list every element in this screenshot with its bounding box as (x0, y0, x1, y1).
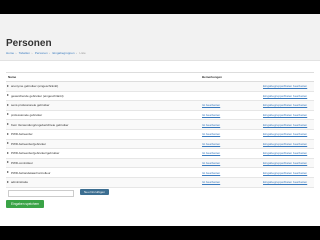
row-edit-link[interactable]: Eingabegruppe/Daten bearbeiten (263, 180, 307, 184)
row-comment-link[interactable]: Ist bearbeiten (202, 180, 220, 184)
row-comment-link[interactable]: Ist bearbeiten (202, 103, 220, 107)
row-comment-link[interactable]: Ist bearbeiten (202, 161, 220, 165)
row-name: professionele gebruiker (11, 113, 43, 118)
expand-arrow-icon[interactable] (7, 94, 9, 97)
column-header-name: Name (8, 75, 17, 79)
table-row: PWD-beheerder Ist bearbeiten Eingabegruppe… (6, 130, 314, 140)
table-header: Name Bemerkungen (6, 72, 314, 82)
row-comment-link[interactable]: Ist bearbeiten (202, 151, 220, 155)
row-name: PWD-beheerder/gebruiker/gebruiker (11, 151, 60, 156)
row-comment-link[interactable]: Ist bearbeiten (202, 132, 220, 136)
roles-table: Name Bemerkungen anonyme gebruiker (eing… (6, 72, 314, 200)
page-header: Personen Home › Tabellen › Personen › Einga… (0, 14, 320, 61)
expand-arrow-icon[interactable] (7, 113, 9, 116)
table-row: PWD-controlleur Ist bearbeiten Eingabegrup… (6, 158, 314, 169)
table-row: semi-professionele gebruiker Ist bearbeit… (6, 101, 314, 111)
breadcrumb-item[interactable]: Home (6, 51, 14, 55)
table-row: PWD-behandelaar/controlleur Ist bearbeite… (6, 168, 314, 178)
table-row: PWD-beheerder/gebruiker/gebruiker Ist bea… (6, 149, 314, 159)
new-entry-input[interactable] (8, 189, 74, 197)
table-row: geweichende gebruiker (eingeschränkt) Ein… (6, 92, 314, 102)
row-edit-link[interactable]: Eingabegruppe/Daten bearbeiten (263, 123, 307, 127)
row-name: PWD-behandelaar/controlleur (11, 170, 51, 175)
row-name: semi-professionele gebruiker (11, 103, 50, 108)
row-comment-link[interactable]: Ist bearbeiten (202, 171, 220, 175)
expand-arrow-icon[interactable] (7, 84, 9, 87)
expand-arrow-icon[interactable] (7, 142, 9, 145)
row-name: PWD-beheerder/gebruiker (11, 141, 47, 146)
row-edit-link[interactable]: Eingabegruppe/Daten bearbeiten (263, 161, 307, 165)
table-row: Kein Verwendung/ungeberichtete gebruiker… (6, 120, 314, 130)
add-row: Neu hinzufügen (6, 188, 314, 200)
column-header-comment: Bemerkungen (202, 75, 223, 79)
breadcrumb-current: Liste (79, 51, 86, 55)
expand-arrow-icon[interactable] (7, 122, 9, 125)
row-edit-link[interactable]: Eingabegruppe/Daten bearbeiten (263, 142, 307, 146)
expand-arrow-icon[interactable] (7, 151, 9, 154)
expand-arrow-icon[interactable] (7, 161, 9, 164)
row-edit-link[interactable]: Eingabegruppe/Daten bearbeiten (263, 103, 307, 107)
row-edit-link[interactable]: Eingabegruppe/Daten bearbeiten (263, 113, 307, 117)
table-row: administratie Ist bearbeiten Eingabegruppe… (6, 177, 314, 188)
breadcrumb: Home › Tabellen › Personen › Eingabegruppen… (6, 51, 86, 55)
breadcrumb-item[interactable]: Tabellen (19, 51, 30, 55)
row-name: anonyme gebruiker (eingeschränkt) (11, 84, 59, 89)
row-name: PWD-beheerder (11, 132, 33, 137)
row-edit-link[interactable]: Eingabegruppe/Daten bearbeiten (263, 151, 307, 155)
row-edit-link[interactable]: Eingabegruppe/Daten bearbeiten (263, 132, 307, 136)
row-comment-link[interactable]: Ist bearbeiten (202, 113, 220, 117)
row-name: geweichende gebruiker (eingeschränkt) (11, 93, 64, 98)
row-comment-link[interactable]: Ist bearbeiten (202, 123, 220, 127)
breadcrumb-item[interactable]: Eingabegruppen (53, 51, 75, 55)
page-title: Personen (6, 38, 52, 49)
expand-arrow-icon[interactable] (7, 103, 9, 106)
save-button[interactable]: Eingaben speichern (6, 200, 45, 208)
row-name: PWD-controlleur (11, 161, 34, 166)
row-edit-link[interactable]: Eingabegruppe/Daten bearbeiten (263, 171, 307, 175)
table-row: anonyme gebruiker (eingeschränkt) Eingabe… (6, 82, 314, 92)
breadcrumb-item[interactable]: Personen (35, 51, 48, 55)
row-name: administratie (11, 180, 29, 185)
table-row: PWD-beheerder/gebruiker Ist bearbeiten Ein… (6, 139, 314, 150)
row-comment-link[interactable]: Ist bearbeiten (202, 142, 220, 146)
add-new-button[interactable]: Neu hinzufügen (80, 189, 110, 196)
expand-arrow-icon[interactable] (7, 180, 9, 183)
page-frame: Personen Home › Tabellen › Personen › Einga… (0, 14, 320, 226)
expand-arrow-icon[interactable] (7, 132, 9, 135)
row-edit-link[interactable]: Eingabegruppe/Daten bearbeiten (263, 84, 307, 88)
table-body: anonyme gebruiker (eingeschränkt) Eingabe… (6, 82, 314, 188)
row-edit-link[interactable]: Eingabegruppe/Daten bearbeiten (263, 94, 307, 98)
row-name: Kein Verwendung/ungeberichtete gebruiker (11, 122, 69, 127)
expand-arrow-icon[interactable] (7, 170, 9, 173)
table-row: professionele gebruiker Ist bearbeiten Ein… (6, 111, 314, 121)
